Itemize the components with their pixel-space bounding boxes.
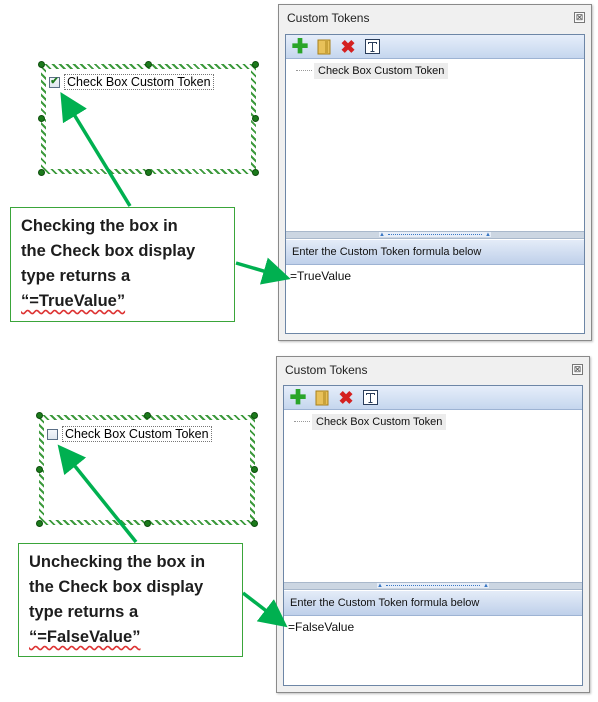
annotation-arrows — [57, 92, 291, 628]
arrow-to-checkbox-bottom — [57, 444, 138, 544]
arrow-to-formula-top — [235, 257, 291, 285]
arrow-to-checkbox-top — [60, 92, 132, 207]
arrow-to-formula-bottom — [241, 591, 288, 628]
